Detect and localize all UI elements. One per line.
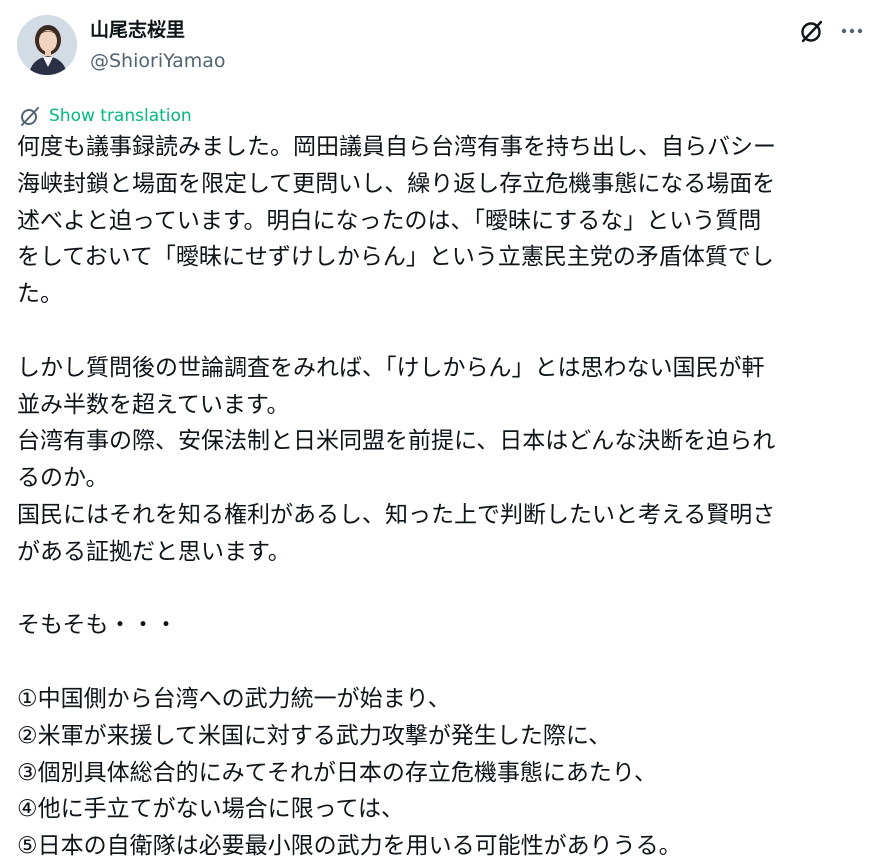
post-line: 台湾有事の際、安保法制と日米同盟を前提に、日本はどんな決断を迫られ — [17, 428, 776, 455]
post-line — [17, 571, 869, 608]
post-text: 何度も議事録読みました。岡田議員自ら台湾有事を持ち出し、自らバシー 海峡封鎖と場… — [17, 129, 869, 865]
post-line: 並み半数を超えています。 — [17, 391, 290, 418]
post-line — [17, 644, 869, 681]
post-line: がある証拠だと思います。 — [17, 538, 291, 565]
post-line: ⑤日本の自衛隊は必要最小限の武力を用いる可能性がありうる。 — [17, 833, 682, 860]
post: 山尾志桜里 @ShioriYamao Show translation 何度も議… — [0, 0, 885, 860]
post-line: るのか。 — [17, 465, 109, 492]
more-options-icon[interactable] — [838, 17, 866, 45]
post-line — [17, 313, 869, 350]
post-line: ④他に手立てがない場合に限っては、 — [17, 796, 405, 823]
grok-translate-icon — [18, 104, 42, 128]
post-line: ②米軍が来援して米国に対する武力攻撃が発生した際に、 — [17, 722, 612, 749]
post-line: ③個別具体総合的にみてそれが日本の存立危機事態にあたり、 — [17, 759, 658, 786]
post-line: 国民にはそれを知る権利があるし、知った上で判断したいと考える賢明さ — [17, 501, 776, 528]
show-translation-label: Show translation — [49, 106, 192, 126]
user-handle[interactable]: @ShioriYamao — [90, 49, 226, 73]
show-translation-button[interactable]: Show translation — [18, 104, 192, 128]
post-line: 述べよと迫っています。明白になったのは、「曖昧にするな」という質問 — [17, 207, 762, 234]
post-line: 何度も議事録読みました。岡田議員自ら台湾有事を持ち出し、自らバシー — [17, 134, 776, 160]
post-line: た。 — [17, 281, 63, 308]
post-line: 海峡封鎖と場面を限定して更問いし、繰り返し存立危機事態になる場面を — [17, 170, 776, 197]
post-line: をしておいて「曖昧にせずけしからん」という立憲民主党の矛盾体質でし — [17, 244, 774, 271]
profile-photo-icon — [17, 15, 77, 75]
display-name[interactable]: 山尾志桜里 — [90, 18, 185, 42]
post-line: そもそも・・・ — [17, 612, 178, 639]
grok-icon[interactable] — [798, 17, 826, 45]
avatar[interactable] — [17, 15, 77, 75]
post-line: ①中国側から台湾への武力統一が始まり、 — [17, 685, 451, 712]
post-line: しかし質問後の世論調査をみれば、「けしからん」とは思わない国民が軒 — [17, 354, 765, 381]
